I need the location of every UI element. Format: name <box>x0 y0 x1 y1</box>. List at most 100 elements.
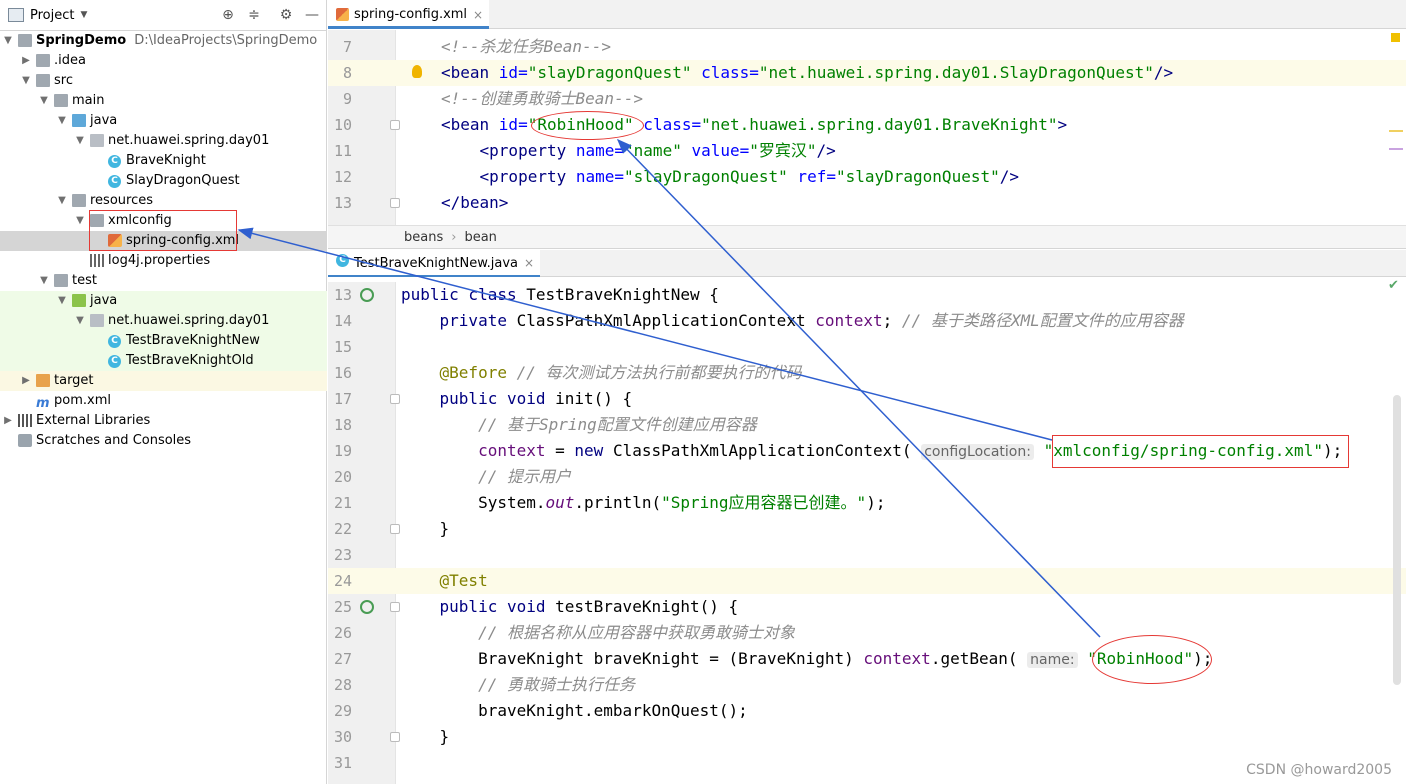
chevron-down-icon[interactable]: ▼ <box>38 91 50 111</box>
chevron-down-icon[interactable]: ▼ <box>80 10 87 20</box>
breadcrumb-separator-icon: › <box>451 230 457 245</box>
chevron-down-icon[interactable]: ▼ <box>74 131 86 151</box>
run-icon[interactable] <box>360 288 374 302</box>
spring-xml-icon <box>108 234 122 247</box>
chevron-down-icon[interactable]: ▼ <box>56 191 68 211</box>
chevron-down-icon[interactable]: ▼ <box>2 31 14 51</box>
code-text: } <box>401 516 450 542</box>
code-line[interactable]: 31 <box>328 750 1406 776</box>
chevron-down-icon[interactable]: ▼ <box>38 271 50 291</box>
code-line[interactable]: 23 <box>328 542 1406 568</box>
tree-item[interactable]: C TestBraveKnightOld <box>0 351 327 371</box>
tree-item[interactable]: ▼ src <box>0 71 327 91</box>
chevron-down-icon[interactable]: ▼ <box>74 211 86 231</box>
chevron-down-icon[interactable]: ▼ <box>74 311 86 331</box>
code-line[interactable]: 14 private ClassPathXmlApplicationContex… <box>328 308 1406 334</box>
tree-item[interactable]: ▼ SpringDemo D:\IdeaProjects\SpringDemo <box>0 31 327 51</box>
code-line[interactable]: 13 public class TestBraveKnightNew { <box>328 282 1406 308</box>
code-line[interactable]: 15 <box>328 334 1406 360</box>
fold-icon[interactable] <box>390 732 400 742</box>
code-line[interactable]: 16 @Before // 每次测试方法执行前都要执行的代码 <box>328 360 1406 386</box>
code-line[interactable]: 7 <!--杀龙任务Bean--> <box>328 34 1406 60</box>
xml-editor[interactable]: 7 <!--杀龙任务Bean--> 8 <bean id="slayDragonQue… <box>328 30 1406 225</box>
tree-item[interactable]: m pom.xml <box>0 391 327 411</box>
code-line[interactable]: 25 public void testBraveKnight() { <box>328 594 1406 620</box>
tree-item[interactable]: Scratches and Consoles <box>0 431 327 451</box>
tree-item[interactable]: ▼ net.huawei.spring.day01 <box>0 311 327 331</box>
tree-item[interactable]: ▼ resources <box>0 191 327 211</box>
code-line[interactable]: 28 // 勇敢骑士执行任务 <box>328 672 1406 698</box>
code-text: <!--杀龙任务Bean--> <box>441 34 611 60</box>
run-icon[interactable] <box>360 600 374 614</box>
code-text: } <box>401 724 450 750</box>
fold-icon[interactable] <box>390 120 400 130</box>
code-line[interactable]: 21 System.out.println("Spring应用容器已创建。"); <box>328 490 1406 516</box>
chevron-right-icon[interactable]: ▶ <box>2 411 14 431</box>
code-line[interactable]: 24 @Test <box>328 568 1406 594</box>
code-line[interactable]: 19 context = new ClassPathXmlApplication… <box>328 438 1406 464</box>
tree-item[interactable]: C TestBraveKnightNew <box>0 331 327 351</box>
code-line[interactable]: 13 </bean> <box>328 190 1406 216</box>
scrollbar-thumb[interactable] <box>1393 395 1401 685</box>
java-editor[interactable]: 13 public class TestBraveKnightNew {14 pr… <box>328 282 1406 784</box>
code-line[interactable]: 29 braveKnight.embarkOnQuest(); <box>328 698 1406 724</box>
locate-icon[interactable]: ⊕ <box>220 7 236 23</box>
fold-icon[interactable] <box>390 602 400 612</box>
chevron-down-icon[interactable]: ▼ <box>56 291 68 311</box>
lightbulb-icon[interactable] <box>412 65 422 78</box>
tree-item[interactable]: ▶ External Libraries <box>0 411 327 431</box>
project-view-title[interactable]: Project <box>30 8 74 23</box>
code-line[interactable]: 20 // 提示用户 <box>328 464 1406 490</box>
chevron-down-icon[interactable]: ▼ <box>56 111 68 131</box>
tree-item[interactable]: C BraveKnight <box>0 151 327 171</box>
warning-marker-icon[interactable] <box>1391 33 1400 42</box>
chevron-right-icon[interactable]: ▶ <box>20 51 32 71</box>
tree-item[interactable]: ▼ java <box>0 291 327 311</box>
error-stripe-mark[interactable] <box>1389 130 1403 132</box>
code-line[interactable]: 27 BraveKnight braveKnight = (BraveKnigh… <box>328 646 1406 672</box>
code-line[interactable]: 30 } <box>328 724 1406 750</box>
tree-item[interactable]: ▶ target <box>0 371 327 391</box>
tab-spring-config-xml[interactable]: spring-config.xml × <box>328 0 490 30</box>
tree-item-label: External Libraries <box>36 411 150 431</box>
code-line[interactable]: 11 <property name="name" value="罗宾汉"/> <box>328 138 1406 164</box>
code-token: ); <box>1322 441 1343 460</box>
code-token: value= <box>681 141 750 160</box>
fold-icon[interactable] <box>390 394 400 404</box>
code-token: "slayDragonQuest" <box>835 167 1000 186</box>
code-line[interactable]: 9 <!--创建勇敢骑士Bean--> <box>328 86 1406 112</box>
tree-item[interactable]: ▼ main <box>0 91 327 111</box>
chevron-down-icon[interactable]: ▼ <box>20 71 32 91</box>
tree-item[interactable]: ▶ .idea <box>0 51 327 71</box>
code-line[interactable]: 18 // 基于Spring配置文件创建应用容器 <box>328 412 1406 438</box>
code-line[interactable]: 8 <bean id="slayDragonQuest" class="net.h… <box>328 60 1406 86</box>
tab-test-brave-knight-new[interactable]: C TestBraveKnightNew.java × <box>328 250 541 277</box>
breadcrumb-item-beans[interactable]: beans <box>404 230 443 245</box>
code-line[interactable]: 26 // 根据名称从应用容器中获取勇敢骑士对象 <box>328 620 1406 646</box>
tree-item[interactable]: C SlayDragonQuest <box>0 171 327 191</box>
code-line[interactable]: 17 public void init() { <box>328 386 1406 412</box>
tree-item[interactable]: spring-config.xml <box>0 231 327 251</box>
tree-item[interactable]: ▼ test <box>0 271 327 291</box>
libraries-icon <box>18 414 32 427</box>
tree-item[interactable]: ▼ xmlconfig <box>0 211 327 231</box>
check-icon[interactable]: ✔ <box>1388 278 1399 293</box>
code-line[interactable]: 22 } <box>328 516 1406 542</box>
tree-item[interactable]: ▼ net.huawei.spring.day01 <box>0 131 327 151</box>
tree-item-text: spring-config.xml <box>126 233 240 248</box>
chevron-right-icon[interactable]: ▶ <box>20 371 32 391</box>
fold-icon[interactable] <box>390 524 400 534</box>
close-icon[interactable]: × <box>524 250 534 277</box>
code-line[interactable]: 10 <bean id="RobinHood" class="net.huawei… <box>328 112 1406 138</box>
collapse-all-icon[interactable]: ≑ <box>246 7 262 23</box>
hide-icon[interactable]: — <box>304 7 320 23</box>
line-number: 15 <box>333 338 352 356</box>
fold-icon[interactable] <box>390 198 400 208</box>
error-stripe-mark[interactable] <box>1389 148 1403 150</box>
close-icon[interactable]: × <box>473 0 483 30</box>
breadcrumb-item-bean[interactable]: bean <box>464 230 496 245</box>
tree-item[interactable]: log4j.properties <box>0 251 327 271</box>
gear-icon[interactable]: ⚙ <box>278 7 294 23</box>
tree-item[interactable]: ▼ java <box>0 111 327 131</box>
code-line[interactable]: 12 <property name="slayDragonQuest" ref=… <box>328 164 1406 190</box>
